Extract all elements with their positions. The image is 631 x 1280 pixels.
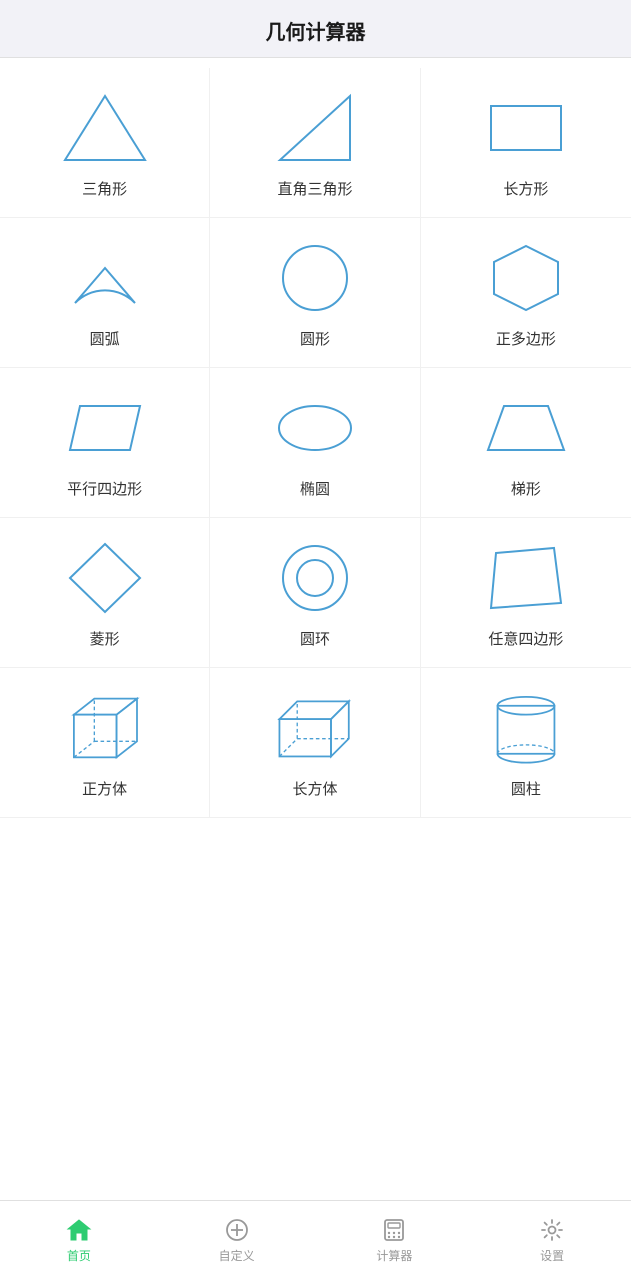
nav-settings-label: 设置: [540, 1247, 564, 1264]
shape-label-rectangle: 长方形: [503, 178, 548, 199]
shape-quad[interactable]: 任意四边形: [421, 518, 631, 668]
shape-rectangle[interactable]: 长方形: [421, 68, 631, 218]
shape-label-cube: 正方体: [82, 778, 127, 799]
nav-custom-label: 自定义: [219, 1247, 255, 1264]
trapezoid-icon: [476, 388, 576, 468]
nav-settings[interactable]: 设置: [473, 1201, 631, 1280]
shape-label-polygon: 正多边形: [496, 328, 556, 349]
shape-label-right-triangle: 直角三角形: [277, 178, 352, 199]
shape-diamond[interactable]: 菱形: [0, 518, 210, 668]
triangle-icon: [55, 88, 155, 168]
cylinder-icon: [476, 688, 576, 768]
shape-label-trapezoid: 梯形: [511, 478, 541, 499]
nav-custom[interactable]: 自定义: [158, 1201, 316, 1280]
nav-calculator[interactable]: 计算器: [316, 1201, 474, 1280]
settings-icon: [539, 1217, 565, 1243]
parallelogram-icon: [55, 388, 155, 468]
polygon-icon: [476, 238, 576, 318]
bottom-nav: 首页 自定义 计算器 设置: [0, 1200, 631, 1280]
calculator-icon: [381, 1217, 407, 1243]
shape-right-triangle[interactable]: 直角三角形: [210, 68, 420, 218]
annulus-icon: [265, 538, 365, 618]
cuboid-icon: [265, 688, 365, 768]
home-icon: [66, 1217, 92, 1243]
custom-icon: [224, 1217, 250, 1243]
shape-cuboid[interactable]: 长方体: [210, 668, 420, 818]
shape-ellipse[interactable]: 椭圆: [210, 368, 420, 518]
shape-triangle[interactable]: 三角形: [0, 68, 210, 218]
nav-home[interactable]: 首页: [0, 1201, 158, 1280]
shape-label-quad: 任意四边形: [488, 628, 563, 649]
shape-parallelogram[interactable]: 平行四边形: [0, 368, 210, 518]
shape-label-parallelogram: 平行四边形: [67, 478, 142, 499]
diamond-icon: [55, 538, 155, 618]
shape-label-annulus: 圆环: [300, 628, 330, 649]
shape-label-triangle: 三角形: [82, 178, 127, 199]
shape-cylinder[interactable]: 圆柱: [421, 668, 631, 818]
shape-label-circle: 圆形: [300, 328, 330, 349]
quad-icon: [476, 538, 576, 618]
nav-calculator-label: 计算器: [376, 1247, 412, 1264]
shape-annulus[interactable]: 圆环: [210, 518, 420, 668]
shape-circle[interactable]: 圆形: [210, 218, 420, 368]
main-content: 三角形 直角三角形 长方形 圆弧 圆形: [0, 58, 631, 1200]
header-title: 几何计算器: [266, 22, 366, 44]
shape-arc[interactable]: 圆弧: [0, 218, 210, 368]
arc-icon: [55, 238, 155, 318]
right-triangle-icon: [265, 88, 365, 168]
shape-label-cylinder: 圆柱: [511, 778, 541, 799]
shape-grid: 三角形 直角三角形 长方形 圆弧 圆形: [0, 68, 631, 818]
header: 几何计算器: [0, 0, 631, 58]
rectangle-icon: [476, 88, 576, 168]
shape-label-diamond: 菱形: [90, 628, 120, 649]
shape-trapezoid[interactable]: 梯形: [421, 368, 631, 518]
cube-icon: [55, 688, 155, 768]
nav-home-label: 首页: [67, 1247, 91, 1264]
shape-label-arc: 圆弧: [90, 328, 120, 349]
circle-icon: [265, 238, 365, 318]
ellipse-icon: [265, 388, 365, 468]
shape-label-ellipse: 椭圆: [300, 478, 330, 499]
shape-label-cuboid: 长方体: [292, 778, 337, 799]
shape-polygon[interactable]: 正多边形: [421, 218, 631, 368]
shape-cube[interactable]: 正方体: [0, 668, 210, 818]
